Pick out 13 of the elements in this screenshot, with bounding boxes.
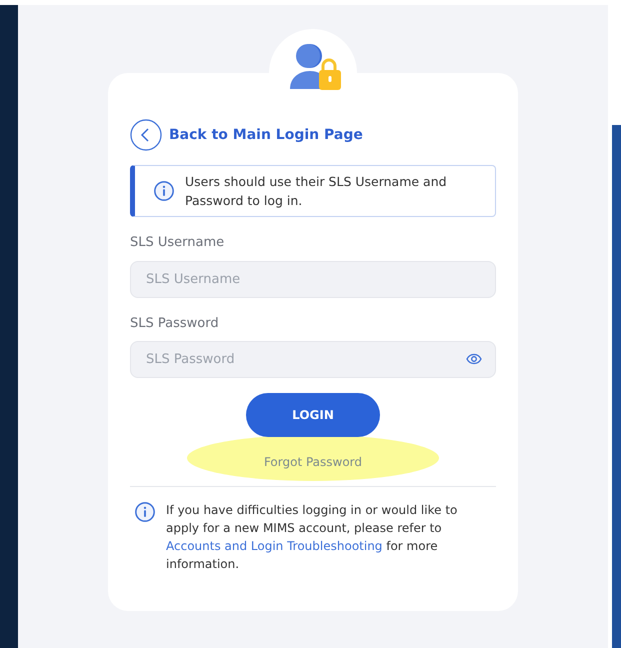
field-label: SLS Username bbox=[130, 234, 226, 252]
info-icon bbox=[134, 501, 156, 523]
troubleshooting-link[interactable]: Accounts and Login Troubleshooting bbox=[166, 539, 382, 553]
input-field[interactable]: SLS Username bbox=[130, 260, 496, 298]
login-button[interactable]: LOGIN bbox=[246, 393, 380, 437]
field-label: SLS Password bbox=[130, 314, 220, 332]
eye-icon[interactable] bbox=[466, 353, 482, 365]
input-field[interactable]: SLS Password bbox=[130, 341, 496, 378]
notice-text: Users should use their SLS Username and Password to log in. bbox=[185, 173, 448, 210]
back-link[interactable]: Back to Main Login Page bbox=[130, 119, 496, 151]
info-icon bbox=[153, 180, 175, 202]
help-text: If you have difficulties logging in or would like to apply for a new MIMS account, please refer to Accounts and Login Troubleshooting for more information. bbox=[166, 502, 458, 573]
forgot-password-link[interactable]: Forgot Password bbox=[264, 453, 362, 471]
